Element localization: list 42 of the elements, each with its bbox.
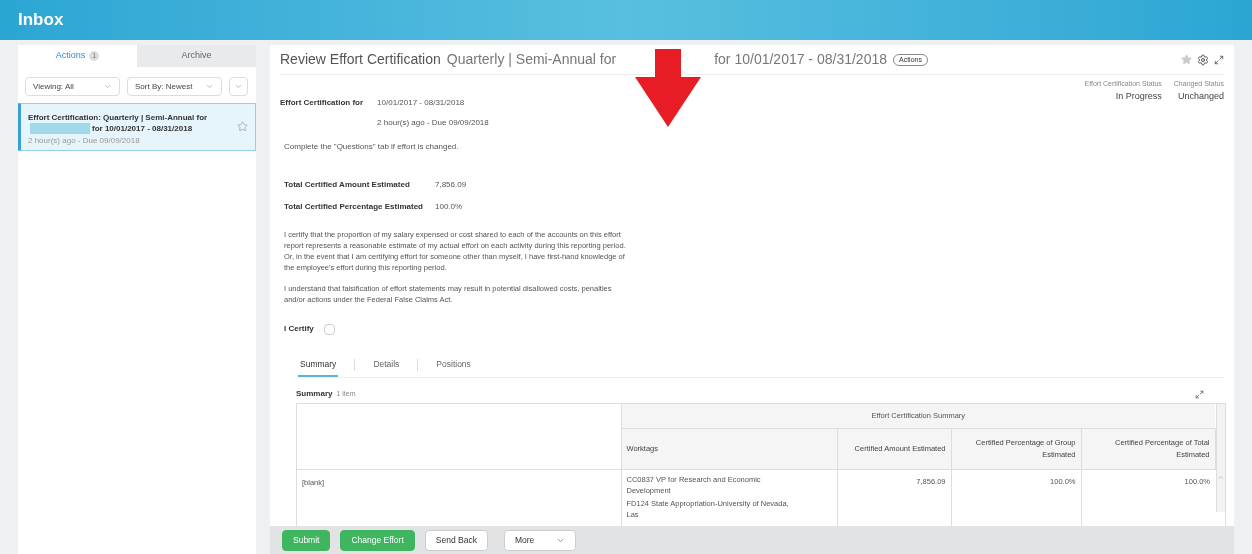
header-title: Inbox: [18, 9, 64, 32]
redaction-mark: [30, 123, 62, 134]
field-label: Effort Certification for: [280, 97, 364, 109]
field-value: 100.0%: [435, 201, 464, 213]
content-tab[interactable]: Details: [371, 353, 402, 377]
certify-checkbox[interactable]: [323, 323, 335, 335]
star-icon[interactable]: [1181, 54, 1192, 65]
item-title: for 10/01/2017 - 08/31/2018: [92, 123, 193, 134]
expand-icon[interactable]: [1195, 389, 1204, 399]
scrollbar[interactable]: [1215, 404, 1225, 512]
footer-button[interactable]: Send Back: [424, 529, 488, 551]
expand-icon[interactable]: [1214, 54, 1224, 65]
field-value: 7,856.09: [435, 179, 467, 191]
chevron-down-icon: [234, 82, 243, 91]
content-tab[interactable]: Summary: [298, 353, 339, 377]
page-subtitle: Quarterly | Semi-Annual for: [446, 50, 617, 69]
field-label: Total Certified Amount Estimated: [284, 179, 411, 191]
filter-dropdown[interactable]: Viewing: All: [25, 77, 120, 96]
item-title: Effort Certification: Quarterly | Semi-Annual for: [28, 112, 208, 123]
page-title: Review Effort Certification: [280, 50, 441, 69]
instruction-text: Complete the "Questions" tab if effort is changed.: [284, 141, 460, 153]
settings-icon[interactable]: [1197, 53, 1209, 66]
field-label: Total Certified Percentage Estimated: [284, 201, 423, 213]
redaction-mark: [62, 123, 90, 134]
sidebar-tab[interactable]: Archive: [137, 45, 256, 67]
field-value: 2 hour(s) ago - Due 09/09/2018: [377, 117, 489, 129]
status-value: Unchanged: [1177, 89, 1224, 103]
star-icon[interactable]: [237, 121, 248, 132]
content-tab[interactable]: Positions: [434, 353, 473, 377]
footer-button[interactable]: More: [503, 529, 576, 551]
chevron-up-icon[interactable]: [1217, 474, 1225, 481]
filter-dropdown[interactable]: Sort By: Newest: [127, 77, 222, 96]
certify-label: I Certify: [284, 323, 314, 335]
status-value: In Progress: [1115, 89, 1162, 103]
collapse-button[interactable]: [229, 77, 248, 96]
field-value: 10/01/2017 - 08/31/2018: [377, 97, 466, 109]
chevron-down-icon: [205, 82, 214, 91]
table-title: Summary: [296, 388, 333, 400]
item-meta: 2 hour(s) ago - Due 09/09/2018: [28, 135, 141, 146]
inbox-item[interactable]: Effort Certification: Quarterly | Semi-Annual for for 10/01/2017 - 08/31/2018 2 hour(s) ago - Due 09/09/2018: [18, 103, 256, 151]
chevron-down-icon: [103, 82, 112, 91]
page-subtitle: for 10/01/2017 - 08/31/2018: [714, 50, 887, 69]
